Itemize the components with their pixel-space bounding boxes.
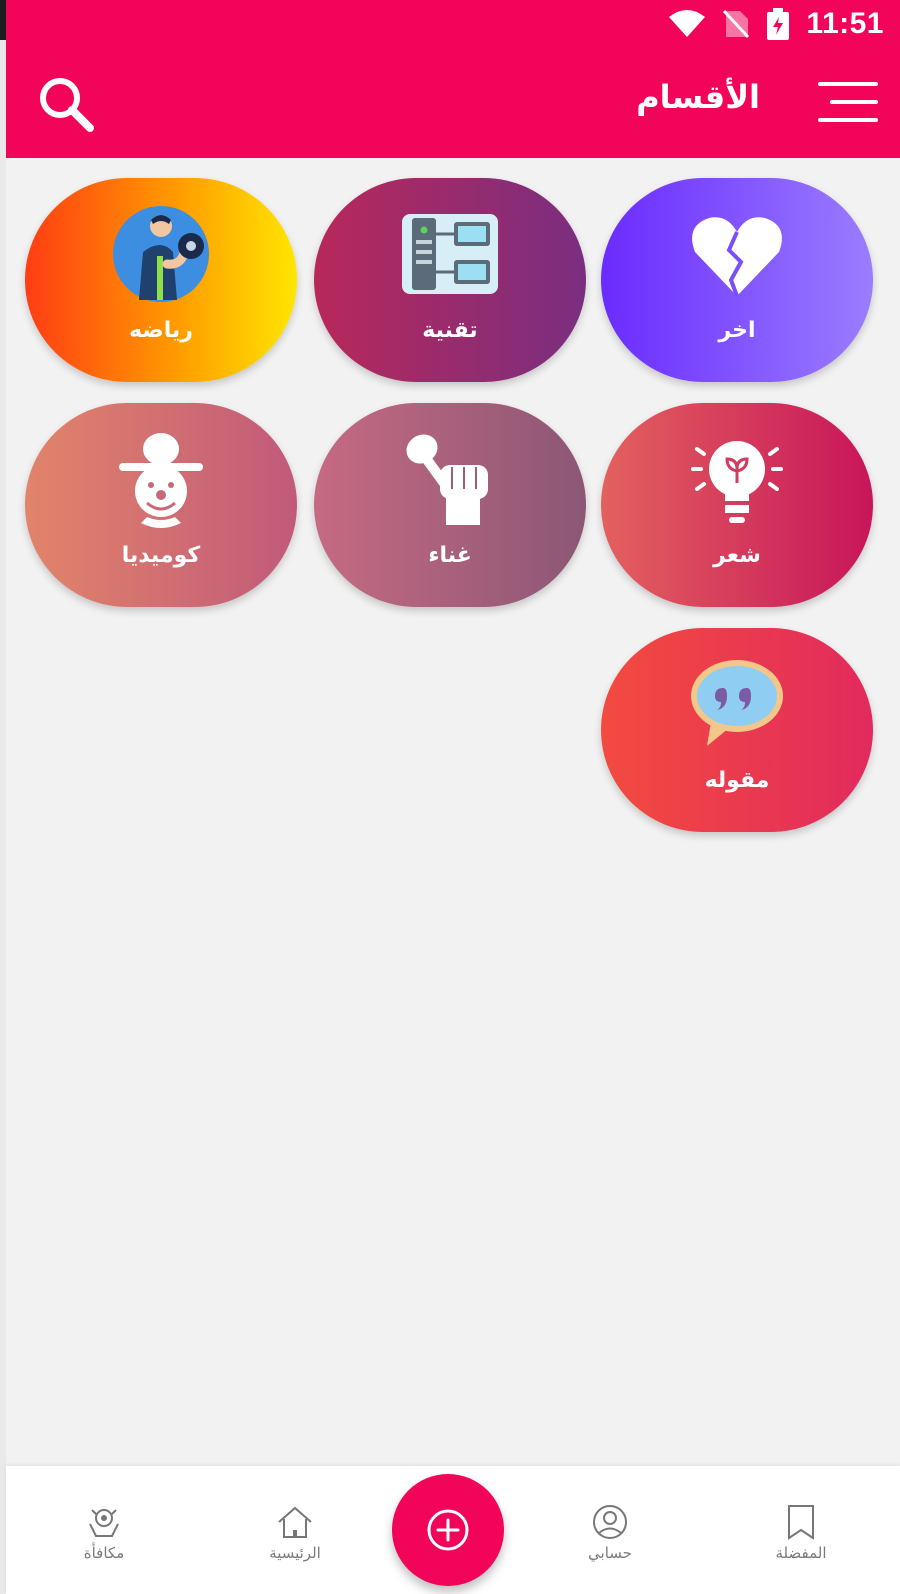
quote-bubble-icon xyxy=(687,654,787,754)
server-network-icon xyxy=(400,204,500,304)
category-card-tech[interactable]: تقنية xyxy=(314,178,586,382)
microphone-fist-icon xyxy=(400,429,500,529)
nav-favorites[interactable]: المفضلة xyxy=(746,1504,856,1562)
category-card-comedy[interactable]: كوميديا xyxy=(25,403,297,607)
profile-icon xyxy=(593,1505,627,1539)
broken-heart-icon xyxy=(687,204,787,304)
nav-home-label: الرئيسية xyxy=(269,1544,321,1562)
category-label: مقوله xyxy=(704,768,770,793)
bookmark-icon xyxy=(788,1505,814,1540)
category-label: اخر xyxy=(718,318,756,343)
clown-icon xyxy=(111,429,211,529)
category-label: رياضه xyxy=(129,318,193,343)
add-post-button[interactable] xyxy=(392,1474,504,1586)
category-label: شعر xyxy=(713,543,761,568)
category-card-sports[interactable]: رياضه xyxy=(25,178,297,382)
category-card-poetry[interactable]: شعر xyxy=(601,403,873,607)
category-card-quote[interactable]: مقوله xyxy=(601,628,873,832)
category-label: كوميديا xyxy=(121,543,201,568)
plus-circle-icon xyxy=(427,1509,469,1551)
nav-home[interactable]: الرئيسية xyxy=(240,1504,350,1562)
category-card-singing[interactable]: غناء xyxy=(314,403,586,607)
category-label: غناء xyxy=(428,543,472,568)
nav-favorites-label: المفضلة xyxy=(775,1544,827,1562)
rewards-icon xyxy=(89,1509,119,1537)
home-icon xyxy=(278,1506,312,1538)
nav-account[interactable]: حسابي xyxy=(555,1504,665,1562)
nav-account-label: حسابي xyxy=(588,1544,632,1562)
nav-rewards[interactable]: مكافأة xyxy=(49,1504,159,1562)
category-label: تقنية xyxy=(422,318,478,343)
idea-bulb-icon xyxy=(687,429,787,529)
athlete-dumbbell-icon xyxy=(111,204,211,304)
categories-grid: رياضه تقنية اخر كوميديا غناء شعر مقوله xyxy=(0,0,900,1440)
nav-rewards-label: مكافأة xyxy=(83,1544,125,1562)
category-card-other[interactable]: اخر xyxy=(601,178,873,382)
